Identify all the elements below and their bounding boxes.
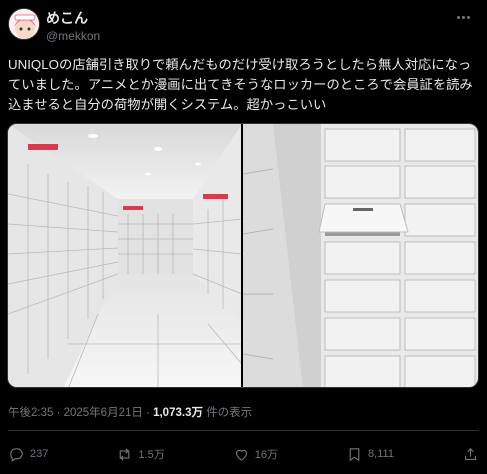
share-button[interactable] xyxy=(462,446,479,463)
like-button[interactable]: 16万 xyxy=(233,446,278,463)
heart-icon xyxy=(235,449,247,461)
tweet-text: UNIQLOの店舗引き取りで頼んだものだけ受け取ろうとしたら無人対応になっていま… xyxy=(8,57,473,112)
share-icon xyxy=(464,447,477,460)
reply-icon xyxy=(10,447,23,462)
repost-count: 1.5万 xyxy=(138,449,165,461)
open-locker-photo-icon xyxy=(243,124,478,387)
repost-icon xyxy=(120,447,130,461)
dot-icon xyxy=(466,15,470,19)
like-count: 16万 xyxy=(254,449,278,461)
locker-corridor-photo[interactable] xyxy=(8,124,241,387)
avatar[interactable] xyxy=(8,8,40,40)
reply-button[interactable]: 237 xyxy=(8,446,48,463)
tweet-timestamp[interactable]: 午後2:35 · 2025年6月21日 · xyxy=(8,407,153,419)
reply-count: 237 xyxy=(30,448,49,460)
bookmark-count: 8,111 xyxy=(368,448,394,460)
bookmark-icon xyxy=(349,447,360,461)
media-grid xyxy=(7,123,479,388)
more-options-button[interactable] xyxy=(453,10,473,24)
dot-icon xyxy=(456,15,460,19)
author-block: めこん @mekkon xyxy=(46,10,100,44)
locker-corridor-photo-icon xyxy=(8,124,241,387)
author-display-name[interactable]: めこん xyxy=(46,10,100,26)
view-count: 1,073.3万 xyxy=(153,407,203,419)
view-count-label: 件の表示 xyxy=(202,407,253,419)
tweet-meta: 午後2:35 · 2025年6月21日 · 1,073.3万 件の表示 xyxy=(8,404,252,420)
bookmark-button[interactable]: 8,111 xyxy=(346,446,394,463)
author-handle[interactable]: @mekkon xyxy=(46,28,100,44)
divider xyxy=(8,430,479,431)
dot-icon xyxy=(461,15,465,19)
open-locker-photo[interactable] xyxy=(243,124,478,387)
avatar-illustration-icon xyxy=(9,9,39,39)
action-bar: 237 1.5万 16万 8,111 xyxy=(8,444,479,464)
repost-button[interactable]: 1.5万 xyxy=(116,446,165,463)
